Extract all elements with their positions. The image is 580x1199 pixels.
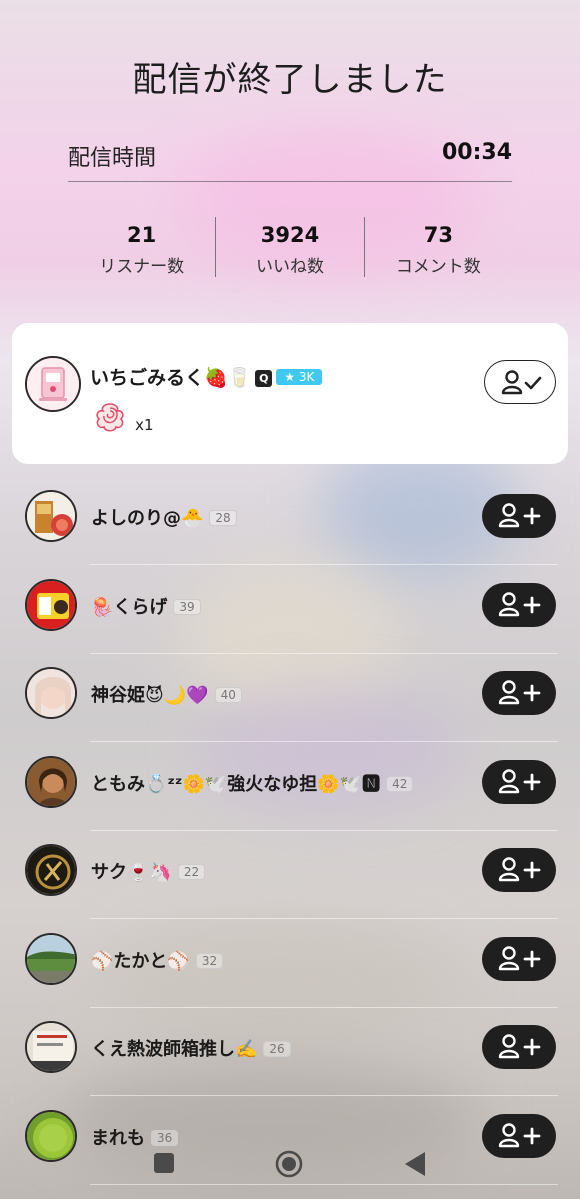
listener-avatar[interactable] bbox=[25, 755, 77, 808]
gift-count: x1 bbox=[135, 415, 154, 434]
duration-row: 配信時間 00:34 bbox=[68, 140, 512, 180]
level-badge: 26 bbox=[263, 1041, 291, 1057]
listener-row[interactable]: 神谷姫😈🌙💜 40 bbox=[0, 654, 580, 742]
follow-button[interactable] bbox=[482, 1025, 556, 1069]
level-badge: 39 bbox=[173, 598, 201, 615]
following-button[interactable] bbox=[484, 360, 556, 404]
stat-label: リスナー数 bbox=[99, 257, 185, 277]
host-name: いちごみるく🍓🥛 Q ★ 3K bbox=[90, 363, 323, 390]
listener-name: 神谷姫😈🌙💜 bbox=[91, 685, 209, 706]
listener-name-wrap: サク🍷🦄 22 bbox=[91, 858, 206, 884]
divider bbox=[68, 181, 512, 182]
listener-name: ⚾たかと⚾ bbox=[91, 950, 190, 972]
fan-badge-count: 3K bbox=[298, 370, 315, 384]
fan-badge: ★ 3K bbox=[276, 369, 323, 385]
stat-value: 73 bbox=[423, 223, 453, 247]
level-badge: 22 bbox=[177, 864, 206, 880]
square-icon[interactable] bbox=[152, 1151, 176, 1179]
gift-row: x1 bbox=[92, 399, 154, 435]
stats-row: 21 リスナー数 3924 いいね数 73 コメント数 bbox=[68, 217, 512, 277]
home-circle-icon[interactable] bbox=[274, 1149, 304, 1183]
stat-comments: 73 コメント数 bbox=[363, 217, 512, 277]
follow-button[interactable] bbox=[482, 759, 556, 804]
listener-avatar[interactable] bbox=[25, 844, 77, 896]
listener-name: よしのり@🐣 bbox=[91, 508, 204, 529]
stat-label: コメント数 bbox=[395, 257, 481, 277]
stat-value: 3924 bbox=[260, 223, 320, 247]
listener-avatar[interactable] bbox=[25, 667, 77, 719]
listener-name: サク🍷🦄 bbox=[91, 862, 172, 883]
listener-name: ともみ💍ᶻᶻ🌼🕊️強火なゆ担🌼🕊️🅽 bbox=[91, 773, 381, 795]
listener-avatar[interactable] bbox=[25, 932, 77, 985]
listener-row[interactable]: ⚾たかと⚾ 32 bbox=[0, 920, 580, 1008]
level-badge: 42 bbox=[386, 775, 414, 792]
listener-name-wrap: ともみ💍ᶻᶻ🌼🕊️強火なゆ担🌼🕊️🅽 42 bbox=[91, 770, 414, 796]
level-badge: 32 bbox=[195, 952, 224, 969]
duration-value: 00:34 bbox=[441, 140, 512, 165]
listener-row[interactable]: サク🍷🦄 22 bbox=[0, 831, 580, 919]
listener-name: 🪼くらげ bbox=[91, 596, 168, 618]
stat-label: いいね数 bbox=[255, 257, 324, 277]
stat-listeners: 21 リスナー数 bbox=[68, 217, 215, 277]
page-title: 配信が終了しました bbox=[132, 60, 448, 100]
listener-name-wrap: 神谷姫😈🌙💜 40 bbox=[91, 681, 242, 707]
follow-button[interactable] bbox=[482, 494, 556, 538]
stat-value: 21 bbox=[127, 223, 157, 247]
listener-row[interactable]: ともみ💍ᶻᶻ🌼🕊️強火なゆ担🌼🕊️🅽 42 bbox=[0, 743, 580, 831]
host-avatar[interactable] bbox=[25, 356, 81, 412]
level-badge: 40 bbox=[214, 687, 242, 703]
listener-name-wrap: 🪼くらげ 39 bbox=[91, 593, 201, 619]
rose-gift-icon bbox=[96, 403, 124, 432]
level-badge: 28 bbox=[209, 510, 237, 526]
listener-name: くえ熱波師箱推し✍️ bbox=[91, 1039, 258, 1060]
listener-avatar[interactable] bbox=[25, 578, 77, 631]
listener-name-wrap: ⚾たかと⚾ 32 bbox=[91, 947, 224, 973]
host-name-text: いちごみるく🍓🥛 bbox=[90, 367, 252, 389]
host-card: いちごみるく🍓🥛 Q ★ 3K x1 bbox=[12, 323, 568, 464]
listener-row[interactable]: よしのり@🐣 28 bbox=[0, 477, 580, 565]
follow-button[interactable] bbox=[482, 848, 556, 892]
listener-row[interactable]: 🪼くらげ 39 bbox=[0, 566, 580, 654]
verified-icon: Q bbox=[255, 370, 273, 387]
follow-button[interactable] bbox=[482, 671, 556, 715]
stat-likes: 3924 いいね数 bbox=[215, 217, 363, 277]
listener-name-wrap: くえ熱波師箱推し✍️ 26 bbox=[91, 1035, 291, 1061]
follow-button[interactable] bbox=[482, 582, 556, 627]
back-triangle-icon[interactable] bbox=[403, 1151, 427, 1181]
listener-avatar[interactable] bbox=[25, 490, 77, 542]
system-nav-bar bbox=[0, 1140, 580, 1190]
follow-button[interactable] bbox=[482, 936, 556, 981]
listener-name-wrap: よしのり@🐣 28 bbox=[91, 504, 237, 530]
listener-avatar[interactable] bbox=[25, 1021, 77, 1073]
listener-row[interactable]: くえ熱波師箱推し✍️ 26 bbox=[0, 1008, 580, 1096]
duration-label: 配信時間 bbox=[68, 146, 157, 171]
